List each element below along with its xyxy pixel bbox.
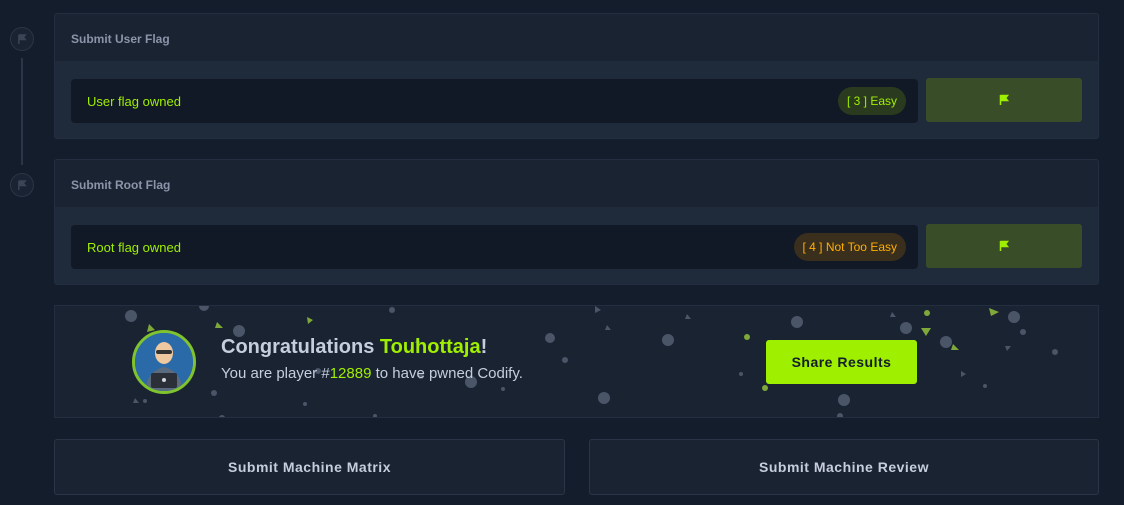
timeline-step-root [10,173,34,197]
user-flag-title: Submit User Flag [71,32,170,46]
timeline-step-user [10,27,34,51]
confetti-background [125,306,1058,417]
submit-machine-review-button[interactable]: Submit Machine Review [589,439,1099,495]
flag-icon [17,33,27,44]
root-flag-panel: Submit Root Flag Root flag owned [ 4 ] N… [54,159,1099,285]
flag-icon [999,240,1010,251]
congratulations-suffix: ! [480,336,488,358]
flag-icon [17,179,27,190]
root-flag-body: Root flag owned [ 4 ] Not Too Easy [55,207,1098,284]
congratulations-banner: Congratulations Touhottaja! You are play… [54,305,1099,418]
user-flag-difficulty-badge: [ 3 ] Easy [837,87,906,115]
player-text-before: You are player # [221,365,330,382]
root-flag-title: Submit Root Flag [71,178,171,192]
root-flag-difficulty-badge: [ 4 ] Not Too Easy [793,233,906,261]
player-text-after: to have pwned Codify. [371,365,523,382]
submit-machine-matrix-button[interactable]: Submit Machine Matrix [54,439,565,495]
user-flag-panel: Submit User Flag User flag owned [ 3 ] E… [54,13,1099,139]
avatar [132,330,196,394]
user-avatar-icon [135,333,193,391]
submit-user-flag-button[interactable] [926,78,1082,122]
user-flag-body: User flag owned [ 3 ] Easy [55,61,1098,138]
submit-root-flag-button[interactable] [926,224,1082,268]
congratulations-heading: Congratulations Touhottaja! [221,336,487,359]
flag-icon [999,94,1010,105]
username: Touhottaja [379,336,481,358]
timeline-line [21,58,23,165]
user-flag-input: User flag owned [ 3 ] Easy [71,79,918,123]
player-rank-text: You are player #12889 to have pwned Codi… [221,365,523,382]
user-flag-status: User flag owned [87,94,181,109]
congratulations-prefix: Congratulations [221,336,380,358]
share-results-button[interactable]: Share Results [766,340,917,384]
root-flag-input: Root flag owned [ 4 ] Not Too Easy [71,225,918,269]
player-number: 12889 [329,365,372,382]
root-flag-status: Root flag owned [87,240,181,255]
